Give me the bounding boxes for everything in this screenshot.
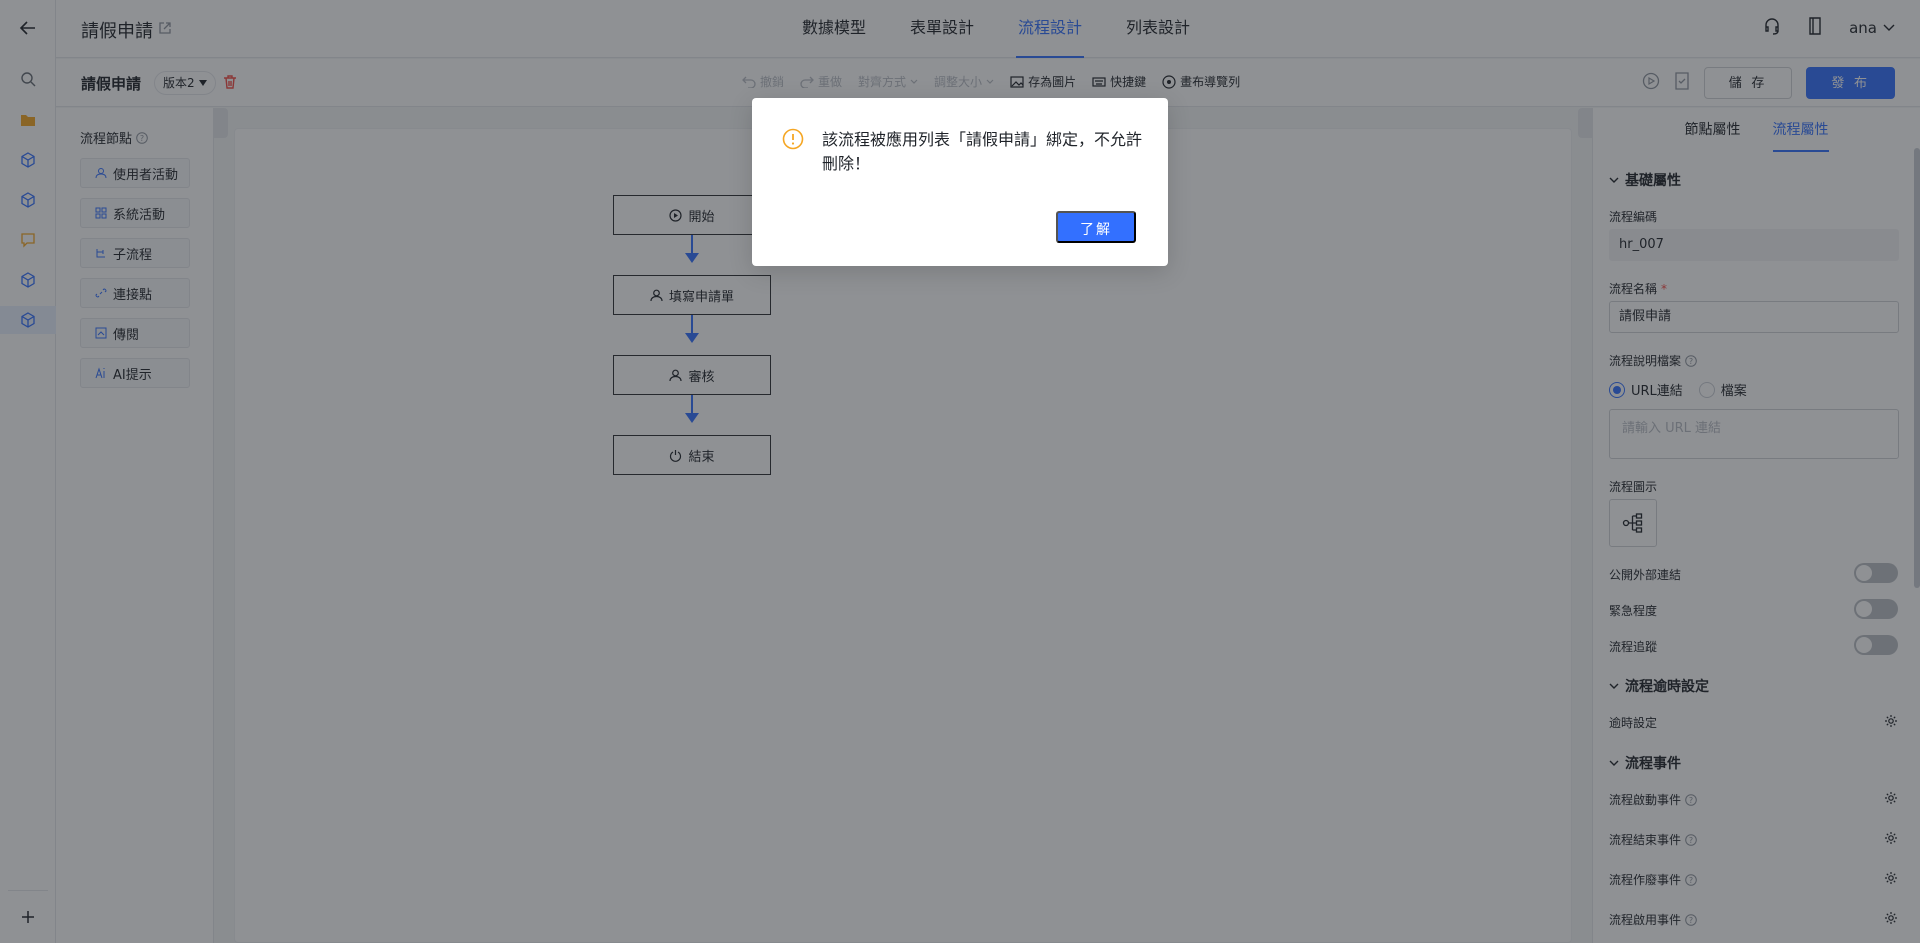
confirm-button[interactable]: 了解 (1056, 211, 1136, 243)
alert-dialog: 該流程被應用列表「請假申請」綁定，不允許刪除！ 了解 (752, 98, 1168, 266)
alert-message: 該流程被應用列表「請假申請」綁定，不允許刪除！ (822, 130, 1143, 173)
warning-icon (782, 128, 804, 154)
